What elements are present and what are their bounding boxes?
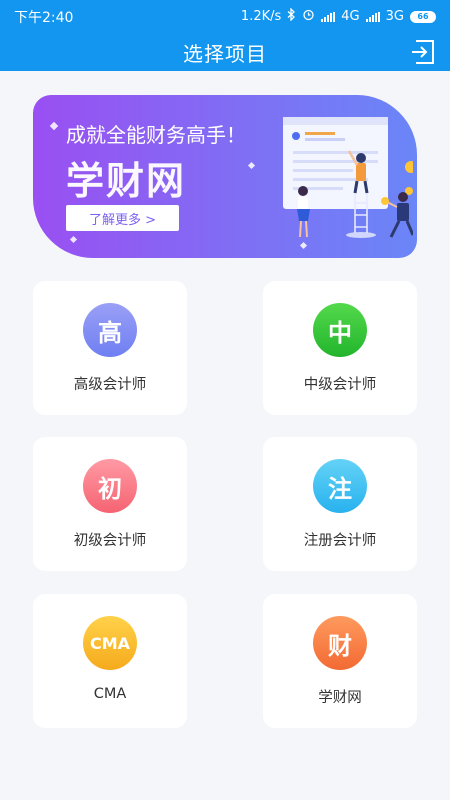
banner-headline: 成就全能财务高手！ <box>66 123 246 147</box>
status-indicators: 1.2K/s 4G 3G 66 <box>240 7 436 25</box>
cpa-icon: 注 <box>313 459 367 513</box>
sparkle-decoration <box>69 235 78 244</box>
title-bar: 选择项目 <box>0 33 450 71</box>
status-time: 下午2:40 <box>14 9 74 26</box>
signal-icon <box>365 11 380 22</box>
banner-brand: 学财网 <box>66 159 187 203</box>
project-card-cma[interactable]: CMA CMA <box>33 594 187 728</box>
project-label: CMA <box>93 686 127 702</box>
network-type-1: 4G <box>341 9 360 24</box>
promo-banner[interactable]: 成就全能财务高手！ 学财网 了解更多 > <box>33 95 417 258</box>
project-label: 中级会计师 <box>303 377 377 393</box>
xuecaiwang-icon: 财 <box>313 616 367 670</box>
project-card-junior-accountant[interactable]: 初 初级会计师 <box>33 437 187 571</box>
project-card-senior-accountant[interactable]: 高 高级会计师 <box>33 281 187 415</box>
sparkle-decoration <box>49 121 59 131</box>
intermediate-accountant-icon: 中 <box>313 303 367 357</box>
project-label: 学财网 <box>318 690 362 706</box>
senior-accountant-icon: 高 <box>83 303 137 357</box>
project-label: 注册会计师 <box>303 533 377 549</box>
signal-icon <box>321 11 336 22</box>
sparkle-decoration <box>247 161 256 170</box>
project-card-xuecaiwang[interactable]: 财 学财网 <box>263 594 417 728</box>
network-type-2: 3G <box>385 9 404 24</box>
status-bar: 下午2:40 1.2K/s 4G 3G 66 <box>0 0 450 33</box>
project-label: 高级会计师 <box>73 377 147 393</box>
page-title: 选择项目 <box>183 41 267 66</box>
project-card-intermediate-accountant[interactable]: 中 中级会计师 <box>263 281 417 415</box>
network-speed: 1.2K/s <box>240 9 282 24</box>
alarm-icon <box>302 8 315 25</box>
battery-icon: 66 <box>410 10 436 23</box>
logout-icon[interactable] <box>408 37 438 67</box>
cma-icon: CMA <box>83 616 137 670</box>
project-card-cpa[interactable]: 注 注册会计师 <box>263 437 417 571</box>
bluetooth-icon <box>287 7 296 25</box>
junior-accountant-icon: 初 <box>83 459 137 513</box>
finance-illustration <box>283 117 413 238</box>
learn-more-button[interactable]: 了解更多 > <box>66 205 179 231</box>
project-label: 初级会计师 <box>73 533 147 549</box>
